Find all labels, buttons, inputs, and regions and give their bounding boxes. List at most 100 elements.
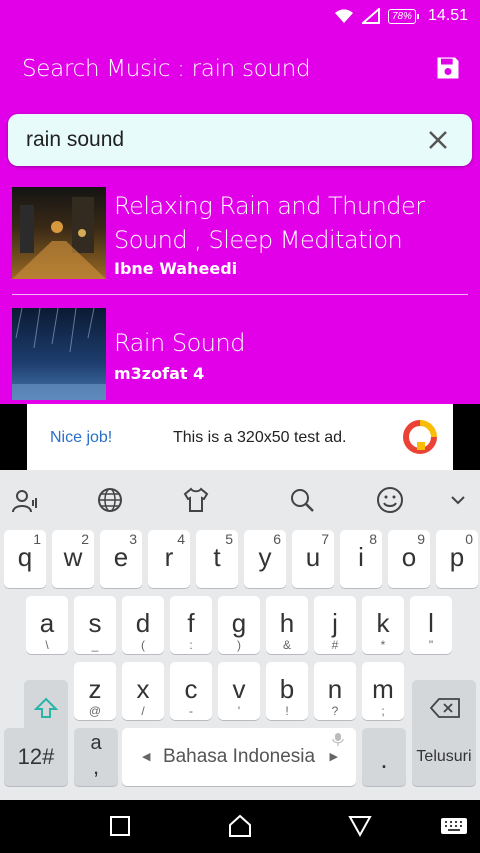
key-label: g (231, 608, 247, 638)
clock: 14.51 (427, 7, 468, 24)
navigation-bar (0, 800, 480, 853)
ad-container[interactable]: Nice job! This is a 320x50 test ad. (27, 404, 453, 470)
key-secondary-label: _ (91, 638, 99, 652)
search-icon[interactable] (288, 486, 316, 514)
key-secondary-label: 8 (369, 531, 377, 547)
key-label: k (376, 608, 390, 638)
wifi-icon (334, 9, 353, 23)
key-secondary-label: * (380, 638, 386, 652)
key-secondary-label: 7 (321, 531, 329, 547)
key-t[interactable]: t5 (196, 530, 238, 588)
keyboard: q1w2e3r4t5y6u7i8o9p0 a \ s _ d(f: g) h & j # k * l " … (0, 470, 480, 800)
key-label: f (187, 608, 195, 638)
status-icons: 78% 14.51 (334, 6, 468, 26)
key-p[interactable]: p0 (436, 530, 478, 588)
key-secondary-label: " (428, 638, 434, 652)
globe-icon[interactable] (96, 486, 124, 514)
key-b[interactable]: b! (266, 662, 308, 720)
list-item[interactable]: Relaxing Rain and Thunder Sound , Sleep … (12, 187, 468, 287)
key-c[interactable]: c- (170, 662, 212, 720)
key-s[interactable]: s _ (74, 596, 116, 654)
recent-apps-icon[interactable] (107, 813, 133, 839)
key-x[interactable]: x / (122, 662, 164, 720)
punctuation-key[interactable]: a , (74, 728, 118, 786)
signal-icon (361, 8, 380, 24)
ad-text: This is a 320x50 test ad. (173, 429, 347, 446)
key-label: d (135, 608, 151, 638)
key-g[interactable]: g) (218, 596, 260, 654)
period-key[interactable]: . (362, 728, 406, 786)
key-y[interactable]: y6 (244, 530, 286, 588)
key-n[interactable]: n? (314, 662, 356, 720)
key-secondary-label: 3 (129, 531, 137, 547)
key-z[interactable]: z @ (74, 662, 116, 720)
key-secondary-label: 4 (177, 531, 185, 547)
mic-icon (332, 733, 344, 746)
result-title: Rain Sound (114, 329, 245, 357)
search-results-area: Relaxing Rain and Thunder Sound , Sleep … (0, 108, 480, 404)
key-secondary-label: 0 (465, 531, 473, 547)
key-secondary-label: & (282, 638, 291, 652)
key-k[interactable]: k * (362, 596, 404, 654)
emoji-icon[interactable] (376, 486, 404, 514)
key-label: j (332, 608, 338, 638)
key-l[interactable]: l " (410, 596, 452, 654)
key-label: h (279, 608, 295, 638)
search-input[interactable] (26, 126, 406, 154)
key-d[interactable]: d( (122, 596, 164, 654)
key-label: v (232, 674, 246, 704)
key-q[interactable]: q1 (4, 530, 46, 588)
key-r[interactable]: r4 (148, 530, 190, 588)
back-icon[interactable] (347, 813, 373, 839)
key-label: a (39, 608, 55, 638)
key-v[interactable]: v ' (218, 662, 260, 720)
status-bar: 78% 14.51 (0, 0, 480, 32)
app-bar: Search Music : rain sound (0, 32, 480, 108)
key-secondary-label: ' (237, 704, 241, 718)
key-h[interactable]: h & (266, 596, 308, 654)
key-secondary-label: - (189, 704, 193, 718)
ad-label: Nice job! (50, 429, 113, 446)
divider (12, 294, 468, 295)
ad-banner: Nice job! This is a 320x50 test ad. (0, 404, 480, 470)
key-u[interactable]: u7 (292, 530, 334, 588)
key-secondary-label: ; (381, 704, 385, 718)
key-i[interactable]: i8 (340, 530, 382, 588)
backspace-icon (430, 698, 460, 718)
key-secondary-label: : (189, 638, 193, 652)
key-secondary-label: 9 (417, 531, 425, 547)
space-key[interactable]: ◀ Bahasa Indonesia ▶ (122, 728, 356, 786)
result-title: Relaxing Rain and Thunder Sound , Sleep … (114, 192, 425, 254)
key-secondary-label: 6 (273, 531, 281, 547)
key-secondary-label: / (141, 704, 145, 718)
result-artist: Ibne Waheedi (114, 259, 238, 278)
key-label: n (327, 674, 343, 704)
key-label: x (136, 674, 150, 704)
chevron-down-icon[interactable] (444, 486, 472, 514)
key-j[interactable]: j # (314, 596, 356, 654)
save-icon[interactable] (434, 54, 462, 82)
ad-logo-icon (403, 420, 437, 454)
voice-input-icon[interactable] (10, 486, 38, 514)
key-m[interactable]: m; (362, 662, 404, 720)
home-icon[interactable] (227, 813, 253, 839)
symbols-key[interactable]: 12# (4, 728, 68, 786)
theme-shirt-icon[interactable] (182, 486, 210, 514)
close-icon[interactable] (426, 128, 450, 152)
list-item[interactable]: Rain Sound m3zofat 4 (12, 308, 468, 404)
key-label: b (279, 674, 295, 704)
key-f[interactable]: f: (170, 596, 212, 654)
key-w[interactable]: w2 (52, 530, 94, 588)
search-action-key[interactable]: Telusuri (412, 728, 476, 786)
key-e[interactable]: e3 (100, 530, 142, 588)
keyboard-toolbar (0, 470, 480, 528)
key-secondary-label: \ (45, 638, 49, 652)
key-o[interactable]: o9 (388, 530, 430, 588)
key-secondary-label: @ (88, 704, 102, 718)
keyboard-switch-icon[interactable] (440, 813, 468, 839)
key-a[interactable]: a \ (26, 596, 68, 654)
page-title: Search Music : rain sound (22, 56, 311, 82)
key-secondary-label: 2 (81, 531, 89, 547)
thumbnail-image (12, 187, 106, 279)
shift-arrow-icon (34, 697, 58, 718)
